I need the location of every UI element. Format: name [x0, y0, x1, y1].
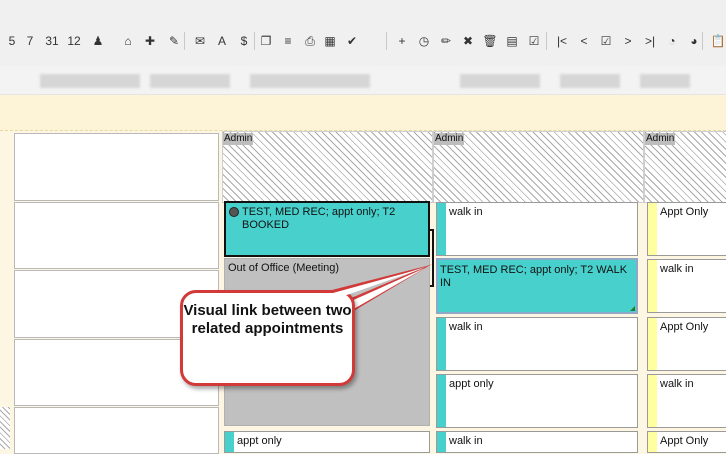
- callout-pointer-join: [320, 265, 430, 296]
